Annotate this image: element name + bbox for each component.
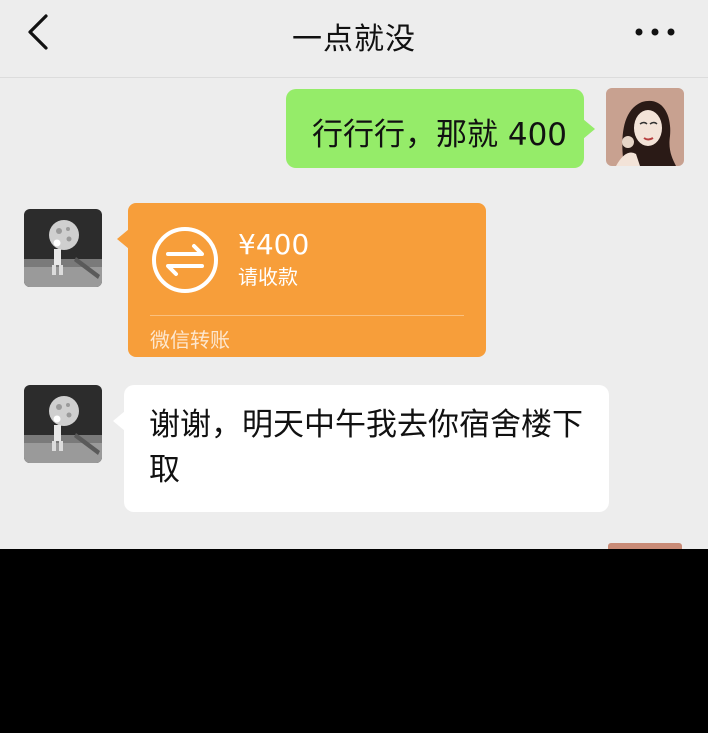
transfer-status: 请收款: [238, 265, 298, 289]
more-button[interactable]: [630, 22, 680, 42]
message-text: 行行行，那就 400: [312, 117, 568, 153]
bubble-tail: [117, 229, 129, 249]
contact-avatar[interactable]: [24, 209, 102, 287]
chat-screen: 一点就没 行行行，那就 400 ¥400 请收款 微信转账 谢谢，明天中午我去你…: [0, 0, 708, 549]
bubble-tail: [583, 119, 595, 139]
chat-title: 一点就没: [292, 22, 416, 57]
incoming-message-bubble[interactable]: 谢谢，明天中午我去你宿舍楼下取: [113, 385, 609, 512]
outgoing-message-bubble[interactable]: 行行行，那就 400: [286, 89, 595, 168]
transfer-footer-label: 微信转账: [150, 328, 230, 352]
bubble-tail: [113, 411, 125, 431]
next-avatar-peek: [608, 543, 682, 549]
transfer-card[interactable]: ¥400 请收款 微信转账: [117, 203, 486, 357]
transfer-amount: ¥400: [238, 228, 310, 261]
card-divider: [150, 315, 464, 316]
transfer-arrows-icon: [152, 227, 218, 293]
message-text: 谢谢，明天中午我去你宿舍楼下取: [149, 407, 583, 488]
more-dots-icon: [635, 28, 675, 36]
contact-avatar[interactable]: [24, 385, 102, 463]
my-avatar[interactable]: [606, 88, 684, 166]
chat-header: 一点就没: [0, 0, 708, 78]
header-divider: [0, 77, 708, 78]
